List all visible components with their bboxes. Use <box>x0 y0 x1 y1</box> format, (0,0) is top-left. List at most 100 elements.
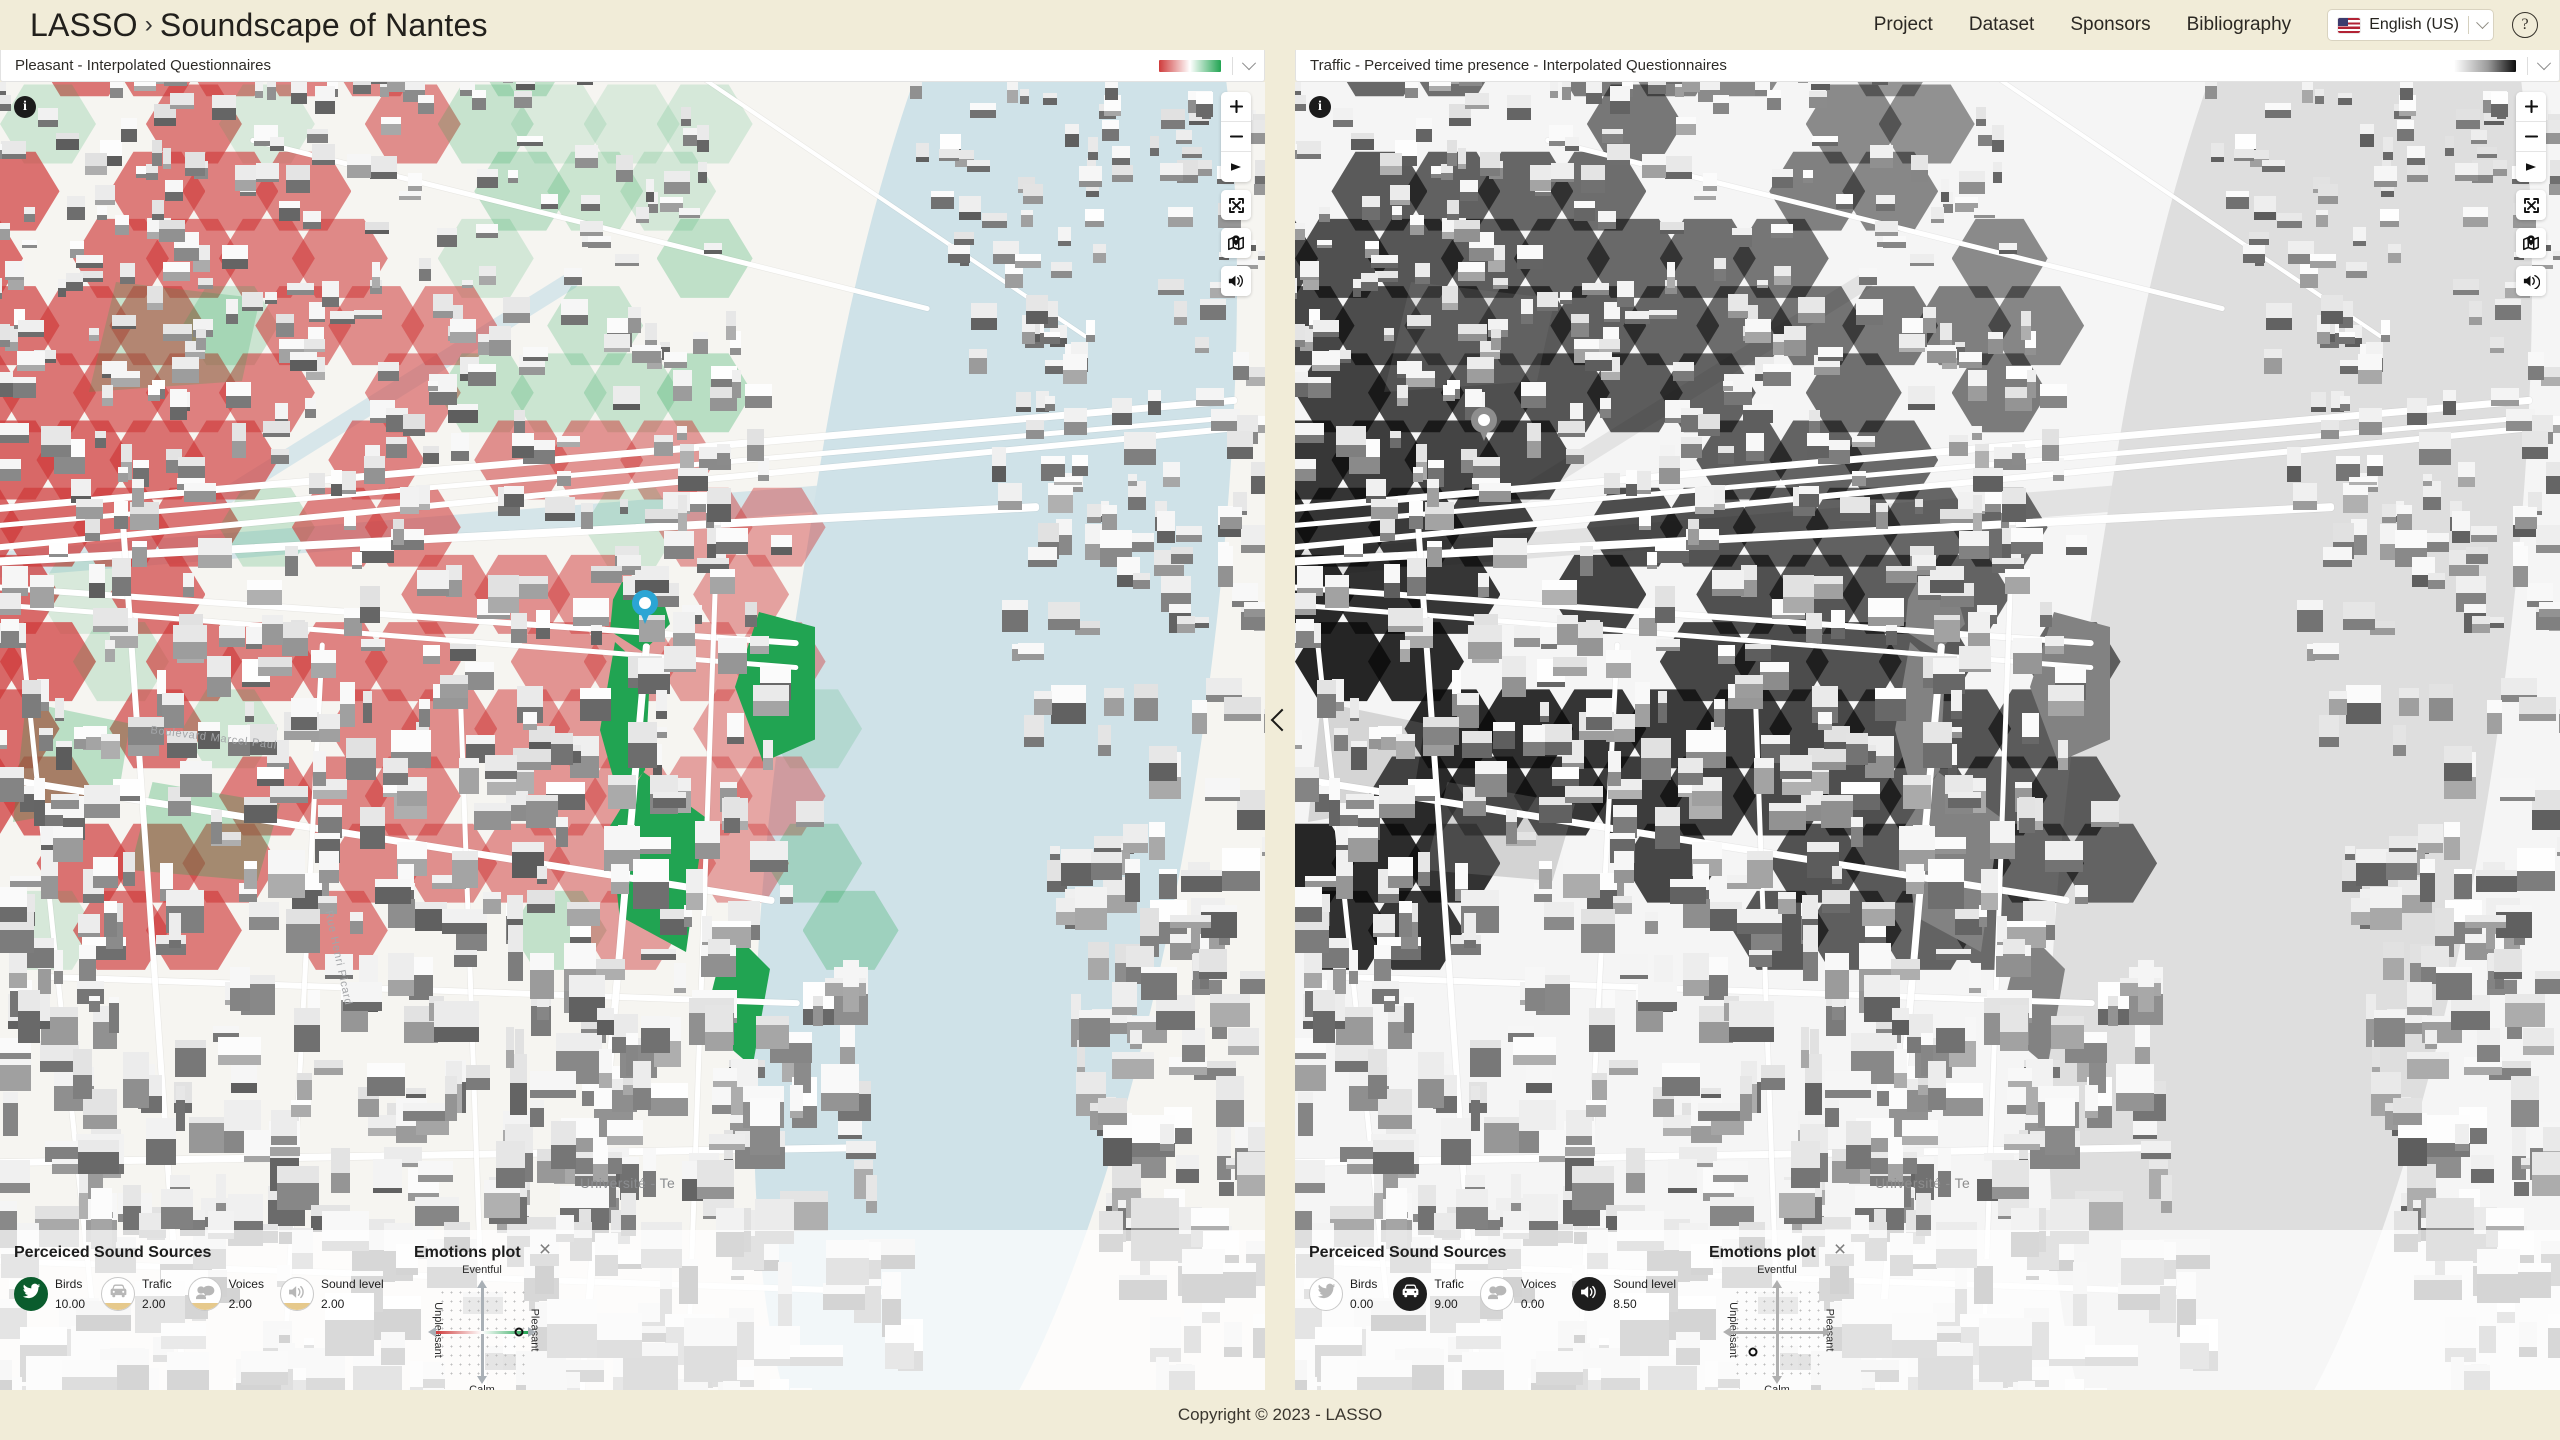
sound-source-sound level[interactable]: Sound level 8.50 <box>1572 1274 1676 1314</box>
map-canvas-left[interactable]: Université - Te Boulevard Marcel Paul Ru… <box>0 82 1265 1390</box>
panel-titlebar-right[interactable]: Traffic - Perceived time presence - Inte… <box>1295 50 2560 82</box>
chevron-down-icon[interactable] <box>2476 15 2489 29</box>
emotions-plot-area <box>1723 1280 1831 1384</box>
nav-item-dataset[interactable]: Dataset <box>1969 14 2034 36</box>
sound-source-value: 10.00 <box>55 1297 86 1311</box>
sound-source-sound level[interactable]: Sound level 2.00 <box>279 1274 384 1314</box>
map-marker-pin[interactable] <box>1471 407 1497 441</box>
bird-icon <box>14 1277 48 1311</box>
emotions-plot-right: Emotions plot Eventful Calm Unpleasant P… <box>1709 1244 1845 1390</box>
info-panel-right: Perceiced Sound Sources Birds 0.00 Trafi… <box>1295 1230 2560 1390</box>
close-info-panel-button[interactable]: × <box>1827 1236 1853 1262</box>
zoom-out-button[interactable] <box>2516 122 2546 152</box>
sound-source-label: Sound level <box>320 1277 384 1291</box>
chevron-down-icon[interactable] <box>1241 55 1257 70</box>
speaker-icon <box>1572 1277 1607 1311</box>
map-canvas-right[interactable]: Université - Te i Perceiced Sound Source… <box>1295 82 2560 1390</box>
speaker-icon[interactable] <box>1221 266 1251 296</box>
panel-titlebar-left[interactable]: Pleasant - Interpolated Questionnaires <box>0 50 1265 82</box>
sound-source-label: Birds <box>1350 1277 1378 1291</box>
close-info-panel-button[interactable]: × <box>532 1236 558 1262</box>
sources-row: Birds 10.00 Trafic 2.00 Voices 2.00 Soun… <box>14 1274 400 1314</box>
car-icon <box>101 1277 136 1311</box>
locate-control <box>1221 228 1251 258</box>
emotions-plot-area <box>428 1280 536 1384</box>
map-marker-pin[interactable] <box>632 590 658 624</box>
sound-source-value: 2.00 <box>142 1297 166 1311</box>
chevron-down-icon[interactable] <box>2536 55 2552 70</box>
compass-navigate-icon[interactable] <box>2516 152 2546 182</box>
sound-source-label: Trafic <box>142 1277 172 1291</box>
voices-icon <box>187 1277 222 1311</box>
speaker-icon <box>279 1277 314 1311</box>
nav-item-bibliography[interactable]: Bibliography <box>2187 14 2292 36</box>
emotion-point-marker <box>1748 1347 1758 1357</box>
divider <box>2468 16 2469 34</box>
fullscreen-icon[interactable] <box>2516 190 2546 220</box>
sound-source-label: Sound level <box>1613 1277 1676 1291</box>
map-surface[interactable] <box>1295 82 2560 1390</box>
legend-left[interactable] <box>1159 55 1257 75</box>
divider <box>1232 56 1233 75</box>
voices-icon <box>1479 1277 1514 1311</box>
sound-source-label: Voices <box>228 1277 264 1291</box>
sound-source-trafic[interactable]: Trafic 2.00 <box>101 1274 172 1314</box>
help-question-icon[interactable]: ? <box>2512 12 2538 38</box>
brand-breadcrumb[interactable]: LASSO › Soundscape of Nantes <box>30 7 488 44</box>
fullscreen-icon[interactable] <box>1221 190 1251 220</box>
sound-source-trafic[interactable]: Trafic 9.00 <box>1393 1274 1464 1314</box>
sound-source-label: Voices <box>1520 1277 1557 1291</box>
sound-source-birds[interactable]: Birds 0.00 <box>1309 1274 1377 1314</box>
sound-source-value: 0.00 <box>1350 1297 1374 1311</box>
bird-icon <box>1309 1277 1343 1311</box>
app-footer: Copyright © 2023 - LASSO <box>0 1390 2560 1440</box>
speaker-icon[interactable] <box>2516 266 2546 296</box>
map-pin-icon[interactable] <box>2516 228 2546 258</box>
sound-source-birds[interactable]: Birds 10.00 <box>14 1274 85 1314</box>
sound-control <box>1221 266 1251 296</box>
zoom-controls <box>2516 92 2546 182</box>
map-panel-left: Pleasant - Interpolated Questionnaires U… <box>0 50 1265 1390</box>
zoom-out-button[interactable] <box>1221 122 1251 152</box>
nav-item-project[interactable]: Project <box>1874 14 1933 36</box>
map-info-icon[interactable]: i <box>14 96 36 118</box>
zoom-in-button[interactable] <box>2516 92 2546 122</box>
map-label-university: Université - Te <box>1875 1175 1971 1191</box>
legend-gradient-sequential <box>2454 59 2516 72</box>
breadcrumb-separator-icon: › <box>144 11 153 38</box>
language-selector[interactable]: English (US) <box>2327 9 2494 41</box>
map-surface[interactable]: Université - Te Boulevard Marcel Paul Ru… <box>0 82 1265 1390</box>
app-header: LASSO › Soundscape of Nantes Project Dat… <box>0 0 2560 50</box>
compass-navigate-icon[interactable] <box>1221 152 1251 182</box>
emotion-point-marker <box>514 1327 524 1337</box>
sound-source-voices[interactable]: Voices 0.00 <box>1479 1274 1557 1314</box>
copyright-text: Copyright © 2023 - LASSO <box>1177 1405 1383 1424</box>
emotions-title: Emotions plot <box>1709 1244 1816 1261</box>
zoom-in-button[interactable] <box>1221 92 1251 122</box>
panel-divider[interactable] <box>1265 50 1295 1390</box>
map-controls-left <box>1221 92 1251 296</box>
perceived-sound-sources-right: Perceiced Sound Sources Birds 0.00 Trafi… <box>1295 1244 1695 1314</box>
sources-title: Perceiced Sound Sources <box>1309 1244 1507 1261</box>
sound-source-value: 0.00 <box>1520 1297 1545 1311</box>
us-flag-icon <box>2338 17 2361 33</box>
sound-source-voices[interactable]: Voices 2.00 <box>187 1274 264 1314</box>
emotions-axis-bottom: Calm <box>469 1384 495 1390</box>
sound-source-value: 2.00 <box>228 1297 252 1311</box>
panel-title-left: Pleasant - Interpolated Questionnaires <box>15 57 271 74</box>
nav-item-sponsors[interactable]: Sponsors <box>2070 14 2150 36</box>
chevron-left-icon[interactable] <box>1270 708 1294 732</box>
map-info-icon[interactable]: i <box>1309 96 1331 118</box>
page-title: Soundscape of Nantes <box>159 6 488 43</box>
legend-right[interactable] <box>2454 55 2552 75</box>
map-pin-icon[interactable] <box>1221 228 1251 258</box>
info-panel-left: Perceiced Sound Sources Birds 10.00 Traf… <box>0 1230 1265 1390</box>
sound-source-label: Birds <box>55 1277 83 1291</box>
map-label-university: Université - Te <box>580 1175 676 1191</box>
brand-name[interactable]: LASSO <box>30 7 138 44</box>
map-controls-right <box>2516 92 2546 296</box>
car-icon <box>1393 1277 1428 1311</box>
sound-source-value: 9.00 <box>1434 1297 1458 1311</box>
locate-control <box>2516 228 2546 258</box>
emotions-plot-left: Emotions plot Eventful Calm Unpleasant P… <box>414 1244 550 1390</box>
